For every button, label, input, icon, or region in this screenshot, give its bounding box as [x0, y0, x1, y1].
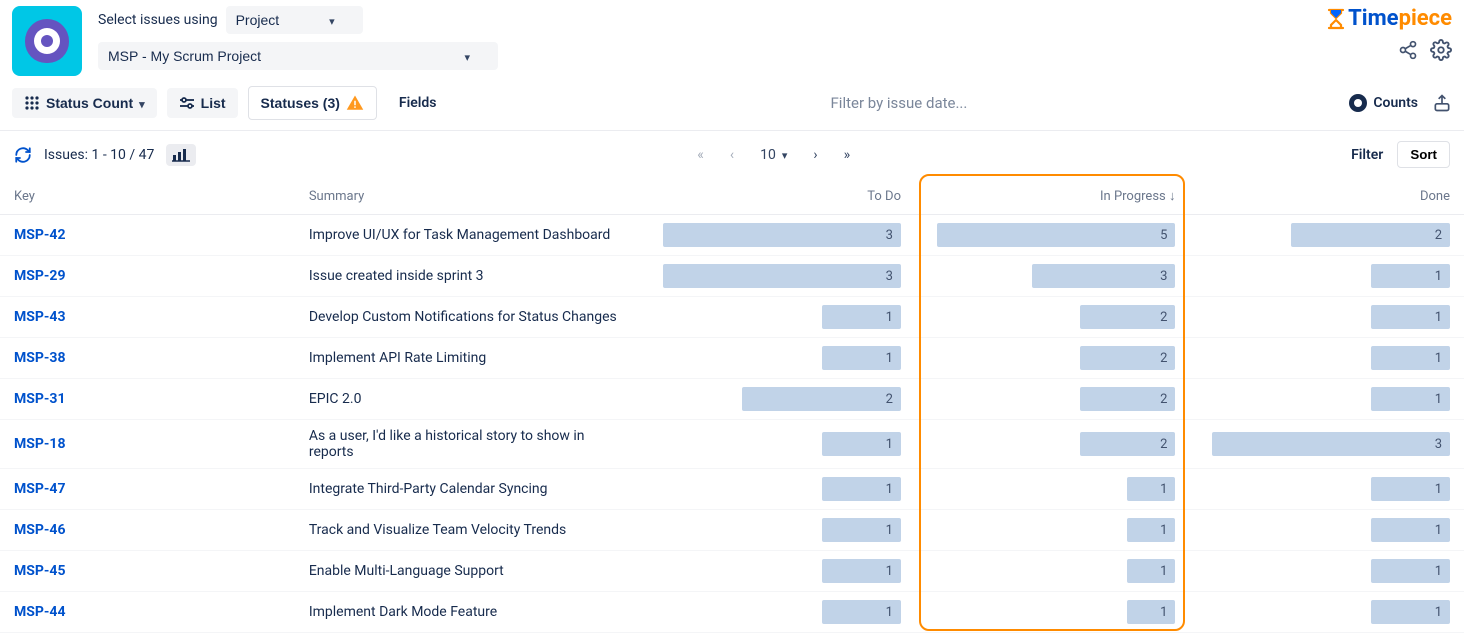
table-row: MSP-46 Track and Visualize Team Velocity …	[0, 510, 1464, 551]
export-icon[interactable]	[1432, 93, 1452, 113]
issue-summary: Develop Custom Notifications for Status …	[295, 297, 641, 338]
issue-key: MSP-43	[0, 297, 295, 338]
project-select[interactable]: MSP - My Scrum Project	[98, 42, 498, 70]
pager-next-icon[interactable]: ›	[813, 147, 817, 163]
table-row: MSP-47 Integrate Third-Party Calendar Syn…	[0, 469, 1464, 510]
issue-link[interactable]: MSP-44	[14, 604, 65, 620]
issue-link[interactable]: MSP-29	[14, 268, 65, 284]
app-logo	[12, 6, 82, 76]
column-header-key[interactable]: Key	[0, 178, 295, 215]
statuses-button[interactable]: Statuses (3)	[248, 86, 377, 120]
settings-icon[interactable]	[1430, 39, 1452, 61]
chevron-down-icon	[464, 48, 470, 64]
issue-link[interactable]: MSP-45	[14, 563, 65, 579]
issue-summary: As a user, I'd like a historical story t…	[295, 420, 641, 469]
warning-icon	[346, 94, 364, 112]
scope-select-value: Project	[236, 12, 280, 28]
issue-key: MSP-38	[0, 338, 295, 379]
page-size-select[interactable]: 10	[760, 147, 787, 163]
column-header-todo[interactable]: To Do	[640, 178, 915, 215]
table-row: MSP-42 Improve UI/UX for Task Management …	[0, 215, 1464, 256]
page-size-value: 10	[760, 147, 776, 163]
table-row: MSP-29Issue created inside sprint 3331	[0, 256, 1464, 297]
table-row: MSP-38Implement API Rate Limiting121	[0, 338, 1464, 379]
chart-toggle-icon[interactable]	[166, 144, 196, 166]
list-label: List	[201, 95, 226, 111]
hourglass-icon	[1326, 8, 1346, 30]
issue-key: MSP-47	[0, 469, 295, 510]
table-row: MSP-44Implement Dark Mode Feature111	[0, 592, 1464, 633]
issue-summary: Improve UI/UX for Task Management Dashbo…	[295, 215, 641, 256]
refresh-icon[interactable]	[14, 146, 32, 164]
issues-range: Issues: 1 - 10 / 47	[44, 147, 154, 163]
issue-summary: Implement API Rate Limiting	[295, 338, 641, 379]
grid-icon	[24, 95, 40, 111]
pager-prev-icon[interactable]: ‹	[730, 147, 734, 163]
sliders-icon	[179, 95, 195, 111]
table-row: MSP-18 As a user, I'd like a historical s…	[0, 420, 1464, 469]
brand-logo: Timepiece	[1326, 6, 1452, 31]
issue-key: MSP-42	[0, 215, 295, 256]
issue-summary: Issue created inside sprint 3	[295, 256, 641, 297]
issue-summary: Enable Multi-Language Support	[295, 551, 641, 592]
fields-button[interactable]: Fields	[387, 88, 449, 118]
status-count-label: Status Count	[46, 95, 133, 111]
chevron-down-icon	[139, 95, 145, 111]
chevron-down-icon	[329, 12, 335, 28]
share-icon[interactable]	[1398, 40, 1418, 60]
issue-summary: Integrate Third-Party Calendar Syncing	[295, 469, 641, 510]
column-header-summary[interactable]: Summary	[295, 178, 641, 215]
sort-button[interactable]: Sort	[1397, 141, 1450, 168]
column-header-done[interactable]: Done	[1189, 178, 1464, 215]
chevron-down-icon	[782, 147, 788, 163]
issue-link[interactable]: MSP-31	[14, 391, 65, 407]
issue-key: MSP-29	[0, 256, 295, 297]
issue-summary: Track and Visualize Team Velocity Trends	[295, 510, 641, 551]
column-header-in-progress[interactable]: In Progress	[915, 178, 1190, 215]
filter-by-date-input[interactable]: Filter by issue date...	[458, 94, 1339, 112]
issue-key: MSP-18	[0, 420, 295, 469]
scope-select[interactable]: Project	[226, 6, 363, 34]
issues-table: Key Summary To Do In Progress Done MSP-4…	[0, 178, 1464, 633]
table-row: MSP-31EPIC 2.0221	[0, 379, 1464, 420]
counts-toggle[interactable]: Counts	[1349, 94, 1418, 112]
issue-key: MSP-44	[0, 592, 295, 633]
statuses-label: Statuses (3)	[261, 95, 340, 111]
sort-desc-icon	[1166, 189, 1176, 204]
issue-key: MSP-31	[0, 379, 295, 420]
brand-text-a: Time	[1348, 6, 1398, 31]
issue-key: MSP-46	[0, 510, 295, 551]
table-row: MSP-43 Develop Custom Notifications for S…	[0, 297, 1464, 338]
list-button[interactable]: List	[167, 88, 238, 118]
pager-last-icon[interactable]: »	[844, 147, 851, 163]
issue-link[interactable]: MSP-18	[14, 436, 65, 452]
issue-link[interactable]: MSP-46	[14, 522, 65, 538]
issue-link[interactable]: MSP-47	[14, 481, 65, 497]
issue-link[interactable]: MSP-43	[14, 309, 65, 325]
table-row: MSP-45Enable Multi-Language Support111	[0, 551, 1464, 592]
filter-button[interactable]: Filter	[1351, 147, 1383, 163]
issue-summary: EPIC 2.0	[295, 379, 641, 420]
eye-icon	[1349, 94, 1367, 112]
issue-key: MSP-45	[0, 551, 295, 592]
status-count-button[interactable]: Status Count	[12, 88, 157, 118]
select-issues-label: Select issues using	[98, 12, 218, 28]
pager-first-icon[interactable]: «	[697, 147, 704, 163]
issue-link[interactable]: MSP-38	[14, 350, 65, 366]
issue-link[interactable]: MSP-42	[14, 227, 65, 243]
brand-text-b: piece	[1399, 6, 1452, 31]
project-select-value: MSP - My Scrum Project	[108, 48, 261, 64]
counts-label: Counts	[1373, 95, 1418, 111]
issue-summary: Implement Dark Mode Feature	[295, 592, 641, 633]
